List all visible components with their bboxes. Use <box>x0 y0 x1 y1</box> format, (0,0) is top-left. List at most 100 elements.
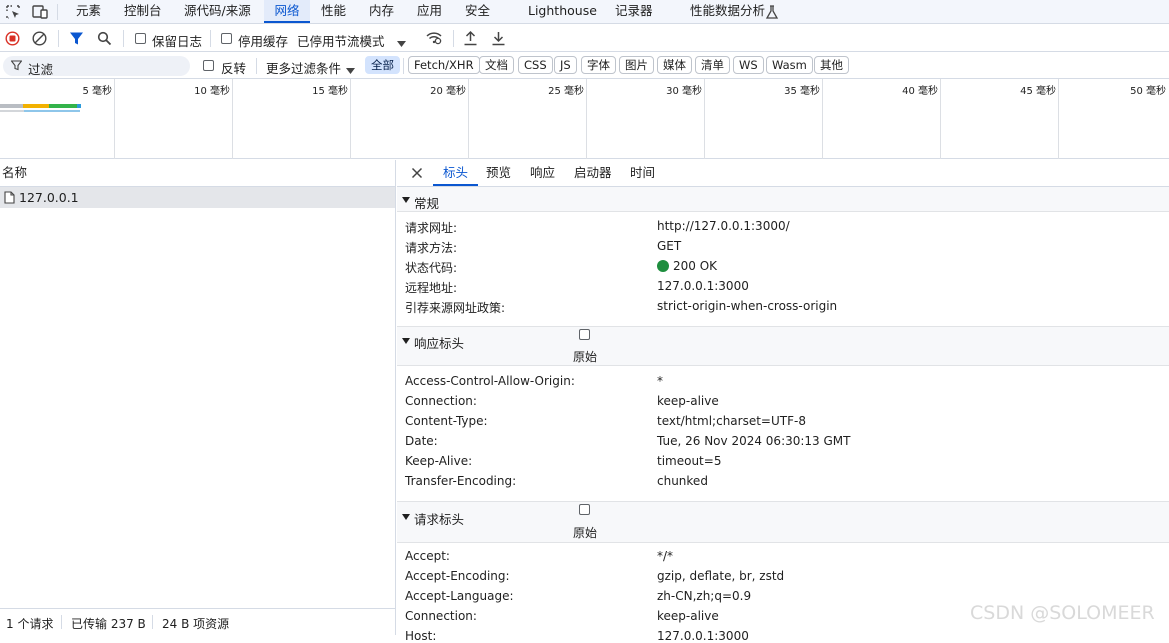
response-headers-title: 响应标头 <box>414 336 465 351</box>
filter-type-css[interactable]: CSS <box>518 56 553 74</box>
request-headers-title: 请求标头 <box>414 512 465 527</box>
tab-headers[interactable]: 标头 <box>433 160 479 186</box>
filter-type-document[interactable]: 文档 <box>479 56 514 74</box>
device-toolbar-icon[interactable] <box>31 3 49 21</box>
filter-type-media[interactable]: 媒体 <box>657 56 692 74</box>
time-tick-label: 20 毫秒 <box>430 86 466 97</box>
tab-preview[interactable]: 预览 <box>486 160 511 186</box>
separator <box>123 30 124 47</box>
filter-type-fetch-xhr[interactable]: Fetch/XHR <box>408 56 480 74</box>
request-row[interactable]: 127.0.0.1 <box>0 187 395 208</box>
general-value: 127.0.0.1:3000 <box>657 279 749 293</box>
header-value: */* <box>657 549 674 563</box>
grid-line <box>350 79 351 159</box>
filter-type-js[interactable]: JS <box>554 56 577 74</box>
header-value: text/html;charset=UTF-8 <box>657 414 806 428</box>
header-value: timeout=5 <box>657 454 722 468</box>
general-value: 200 OK <box>673 259 718 273</box>
general-section-header[interactable]: 常规 <box>397 187 1169 212</box>
header-key: Accept-Encoding: <box>405 569 510 583</box>
request-count: 1 个请求 <box>6 617 54 631</box>
filter-type-manifest[interactable]: 清单 <box>695 56 730 74</box>
tab-recorder[interactable]: 记录器 <box>615 0 653 23</box>
tab-performance[interactable]: 性能 <box>321 0 346 23</box>
tab-console[interactable]: 控制台 <box>124 0 162 23</box>
preserve-log-checkbox[interactable] <box>135 33 146 44</box>
header-value: keep-alive <box>657 609 719 623</box>
import-har-upload-icon[interactable] <box>463 30 478 49</box>
request-headers-section-header[interactable]: 请求标头 原始 <box>397 501 1169 543</box>
header-value: keep-alive <box>657 394 719 408</box>
time-tick-label: 40 毫秒 <box>902 86 938 97</box>
general-section-title: 常规 <box>414 196 440 211</box>
tab-response[interactable]: 响应 <box>530 160 555 186</box>
filter-type-wasm[interactable]: Wasm <box>766 56 813 74</box>
document-icon <box>4 191 15 207</box>
waterfall-bar-shadow <box>24 110 80 112</box>
waterfall-bar-download <box>77 104 81 108</box>
filter-funnel-icon[interactable] <box>69 31 84 49</box>
more-filters-dropdown[interactable]: 更多过滤条件 <box>266 58 341 77</box>
grid-line <box>1058 79 1059 159</box>
filter-type-ws[interactable]: WS <box>733 56 764 74</box>
tab-timing[interactable]: 时间 <box>630 160 655 186</box>
filter-type-all[interactable]: 全部 <box>365 56 400 74</box>
column-header-name[interactable]: 名称 <box>0 160 395 187</box>
waterfall-bar-connect <box>23 104 49 108</box>
export-har-download-icon[interactable] <box>491 30 506 49</box>
header-key: Keep-Alive: <box>405 454 473 468</box>
header-value: Tue, 26 Nov 2024 06:30:13 GMT <box>657 434 851 448</box>
tab-sources[interactable]: 源代码/来源 <box>184 0 251 23</box>
grid-line <box>232 79 233 159</box>
header-key: Transfer-Encoding: <box>405 474 517 488</box>
clear-icon[interactable] <box>32 31 47 49</box>
filter-funnel-icon <box>10 60 23 74</box>
raw-checkbox[interactable] <box>579 504 590 515</box>
general-key: 请求网址: <box>405 221 458 235</box>
separator <box>61 615 62 629</box>
grid-line <box>586 79 587 159</box>
network-overview[interactable]: 5 毫秒 10 毫秒 15 毫秒 20 毫秒 25 毫秒 30 毫秒 35 毫秒… <box>0 79 1169 159</box>
separator <box>210 30 211 47</box>
filter-type-other[interactable]: 其他 <box>814 56 849 74</box>
tab-elements[interactable]: 元素 <box>76 0 101 23</box>
separator <box>152 615 153 629</box>
chevron-down-icon[interactable] <box>397 36 406 50</box>
tab-lighthouse[interactable]: Lighthouse <box>528 0 597 23</box>
tab-performance-insights[interactable]: 性能数据分析 <box>690 0 765 23</box>
resources-size: 24 B 项资源 <box>162 617 230 631</box>
raw-checkbox[interactable] <box>579 329 590 340</box>
throttling-select[interactable]: 已停用节流模式 <box>297 31 385 50</box>
close-icon[interactable] <box>411 167 423 182</box>
tab-security[interactable]: 安全 <box>465 0 490 23</box>
waterfall-bar-shadow <box>0 110 24 112</box>
filter-input[interactable]: 过滤 <box>3 56 190 77</box>
search-icon[interactable] <box>97 31 112 49</box>
chevron-down-icon[interactable] <box>346 63 355 77</box>
filter-placeholder: 过滤 <box>28 62 54 77</box>
separator <box>453 30 454 47</box>
invert-checkbox[interactable] <box>203 60 214 71</box>
general-key: 引荐来源网址政策: <box>405 301 506 315</box>
separator <box>58 30 59 47</box>
header-key: Accept-Language: <box>405 589 514 603</box>
header-key: Content-Type: <box>405 414 488 428</box>
filter-type-image[interactable]: 图片 <box>619 56 654 74</box>
disable-cache-checkbox[interactable] <box>221 33 232 44</box>
preserve-log-label: 保留日志 <box>152 34 203 49</box>
response-headers-section-header[interactable]: 响应标头 原始 <box>397 326 1169 366</box>
tab-memory[interactable]: 内存 <box>369 0 394 23</box>
time-tick-label: 50 毫秒 <box>1130 86 1166 97</box>
tab-network[interactable]: 网络 <box>264 0 310 23</box>
time-tick-label: 25 毫秒 <box>548 86 584 97</box>
raw-label: 原始 <box>573 350 598 364</box>
time-tick-label: 5 毫秒 <box>82 86 112 97</box>
tab-initiator[interactable]: 启动器 <box>574 160 612 186</box>
record-stop-icon[interactable] <box>5 31 20 49</box>
tab-application[interactable]: 应用 <box>417 0 442 23</box>
network-conditions-wifi-icon[interactable] <box>425 30 443 49</box>
filter-type-font[interactable]: 字体 <box>581 56 616 74</box>
filter-bar: 过滤 反转 更多过滤条件 全部 Fetch/XHR 文档 CSS JS 字体 图… <box>0 53 1169 79</box>
disable-cache-label: 停用缓存 <box>238 34 289 49</box>
inspect-element-icon[interactable] <box>4 3 22 21</box>
